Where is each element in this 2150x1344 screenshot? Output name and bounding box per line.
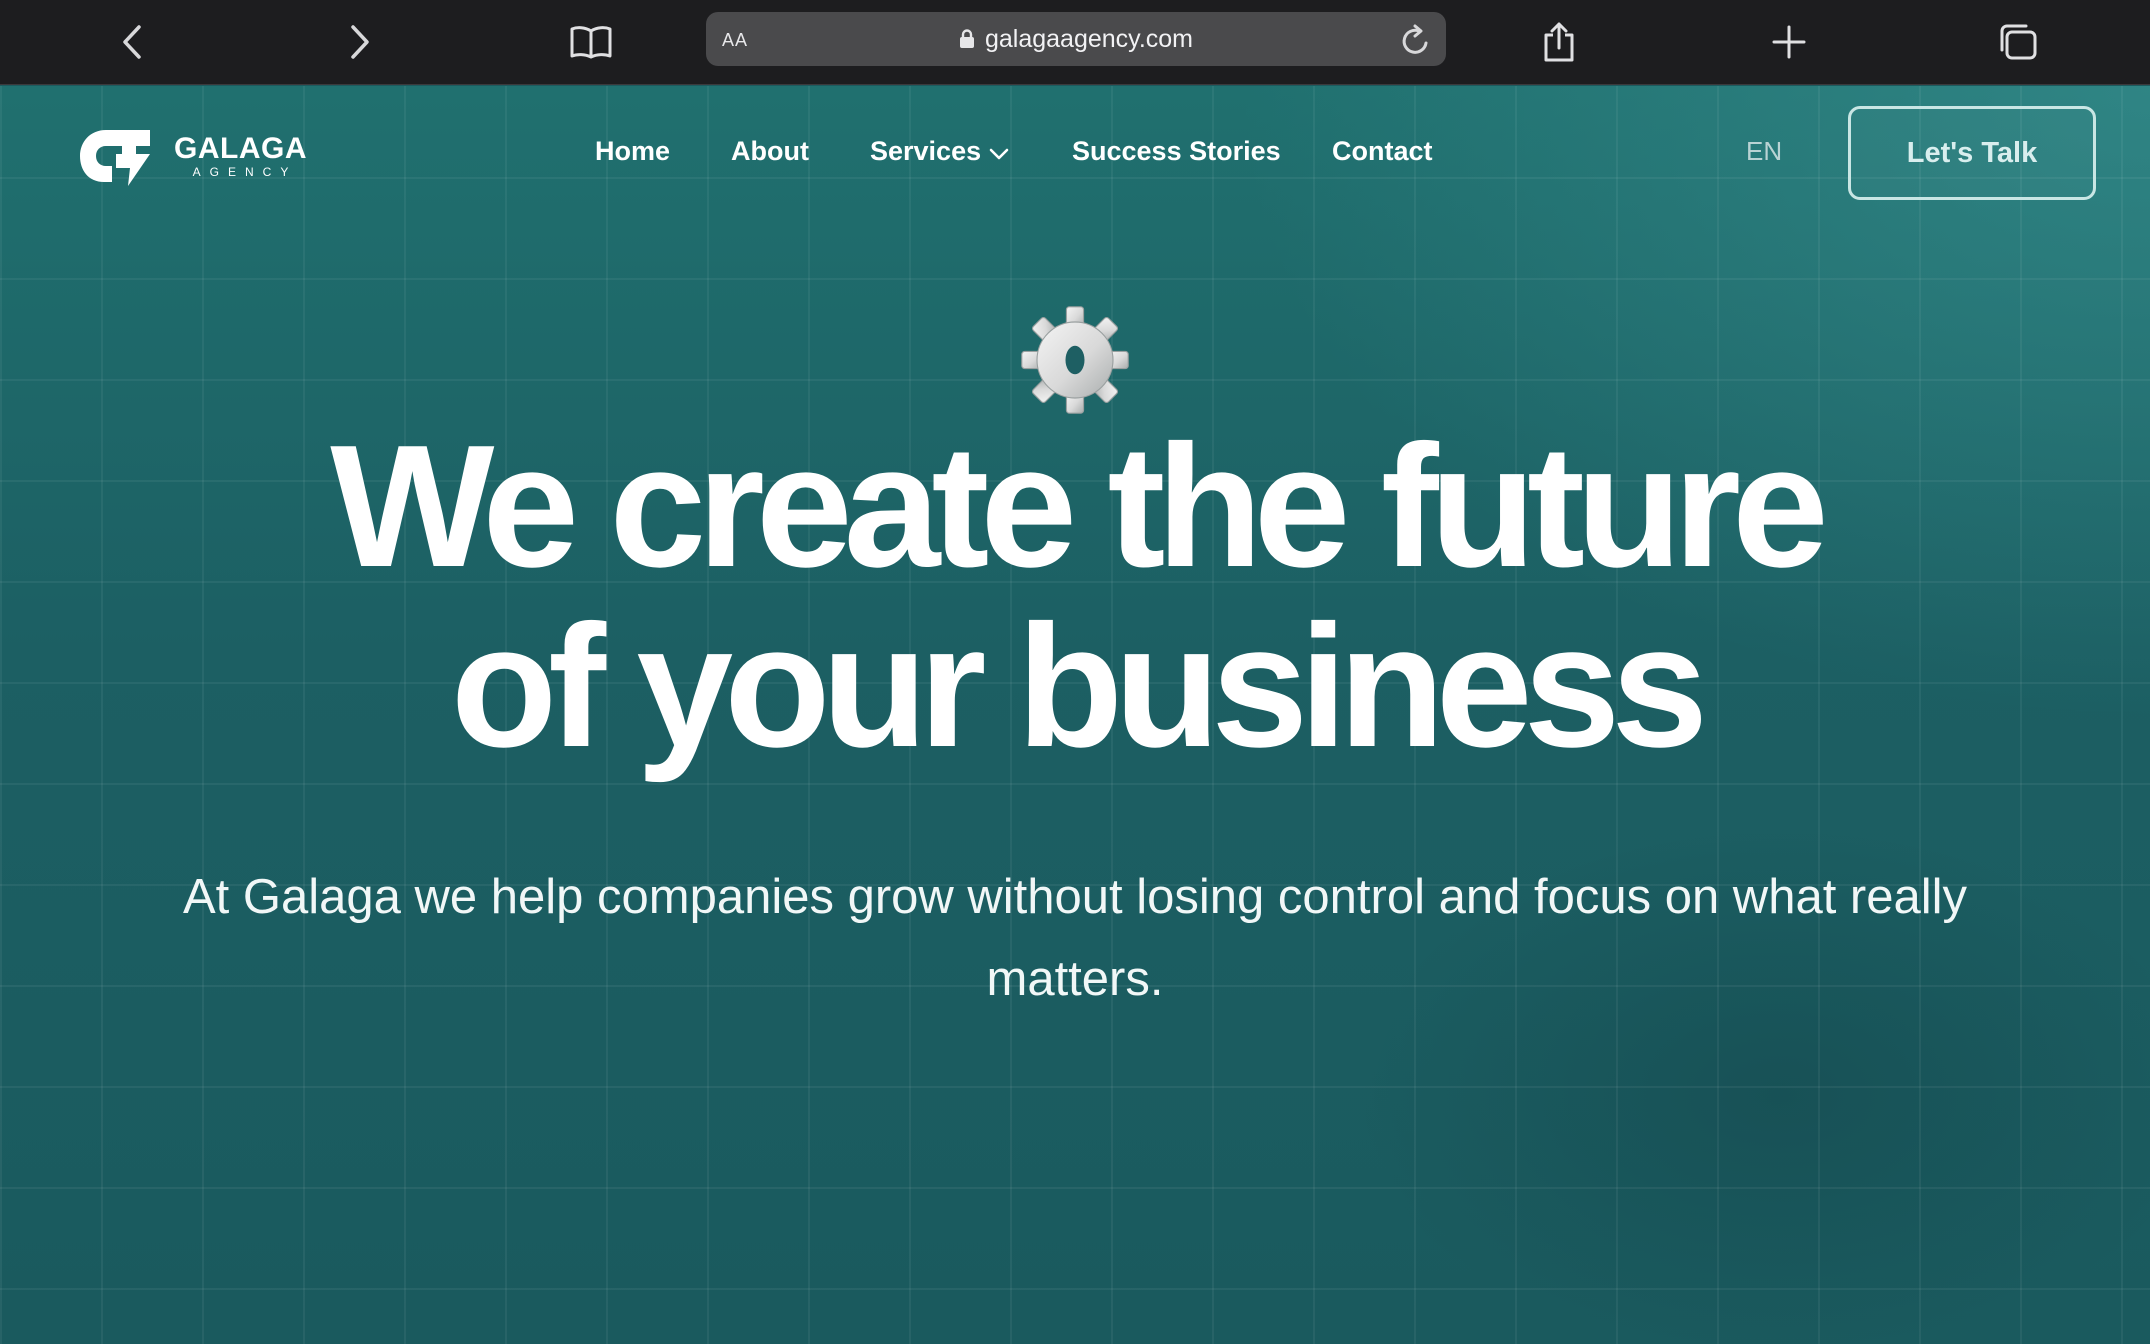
address-bar[interactable]: AA galagaagency.com	[706, 12, 1446, 66]
tabs-icon	[2000, 24, 2037, 60]
hero-subtext: At Galaga we help companies grow without…	[182, 870, 1968, 1006]
nav-about[interactable]: About	[731, 136, 809, 167]
web-page: GALAGA AGENCY Home About Services Succes…	[0, 86, 2150, 1344]
share-button[interactable]	[1531, 14, 1587, 70]
logo-subtitle: AGENCY	[192, 164, 298, 179]
url-text: galagaagency.com	[984, 24, 1193, 53]
galaga-logo-icon	[80, 130, 150, 186]
nav-success-stories[interactable]: Success Stories	[1072, 136, 1281, 167]
logo-name: GALAGA	[174, 131, 307, 165]
hero-headline: We create the future of your business	[0, 416, 2150, 776]
nav-home[interactable]: Home	[595, 136, 670, 167]
book-icon	[570, 26, 612, 59]
plus-icon	[1772, 25, 1806, 59]
tabs-overview-button[interactable]	[1990, 14, 2046, 70]
nav-services-label: Services	[870, 136, 982, 166]
nav-contact[interactable]: Contact	[1332, 136, 1433, 167]
share-icon	[1544, 22, 1574, 62]
chevron-right-icon	[351, 25, 369, 59]
logo[interactable]: GALAGA AGENCY	[66, 124, 307, 188]
bookmarks-button[interactable]	[563, 14, 619, 70]
gear-icon	[1021, 306, 1129, 414]
back-button[interactable]	[104, 14, 160, 70]
browser-toolbar: AA galagaagency.com	[0, 0, 2150, 85]
chevron-down-icon	[989, 148, 1009, 159]
reload-icon	[1402, 24, 1428, 54]
nav-services[interactable]: Services	[870, 136, 1009, 167]
new-tab-button[interactable]	[1761, 14, 1817, 70]
lock-icon	[959, 29, 974, 48]
hero-headline-line-2: of your business	[450, 588, 1708, 783]
lets-talk-button[interactable]: Let's Talk	[1848, 106, 2096, 200]
language-selector[interactable]: EN	[1746, 136, 1782, 167]
hero-headline-line-1: We create the future	[330, 408, 1829, 603]
reload-button[interactable]	[1398, 22, 1434, 58]
chevron-left-icon	[123, 25, 141, 59]
forward-button[interactable]	[332, 14, 388, 70]
